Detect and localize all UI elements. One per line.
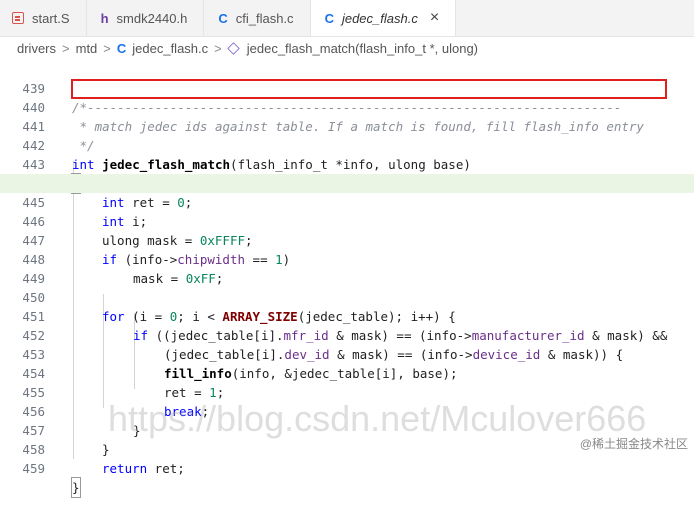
assembly-file-icon (12, 12, 24, 24)
chevron-right-icon: > (103, 40, 111, 56)
tab-label: smdk2440.h (116, 10, 188, 26)
current-line[interactable]: 445 int i; (0, 174, 694, 229)
tab-jedec-flash-c[interactable]: C jedec_flash.c × (310, 0, 457, 36)
breadcrumb-item[interactable]: jedec_flash_match(flash_info_t *, ulong) (247, 41, 478, 56)
breadcrumb-item[interactable]: mtd (76, 41, 98, 56)
code-line[interactable]: 444 int ret = 0; (0, 155, 694, 210)
code-line[interactable]: 448 mask = 0xFF; (0, 231, 694, 286)
tab-label: jedec_flash.c (341, 10, 418, 26)
close-icon[interactable]: × (430, 9, 439, 27)
code-line[interactable]: 446 ulong mask = 0xFFFF; (0, 193, 694, 248)
code-line[interactable]: 454 ret = 1; (0, 345, 694, 400)
breadcrumb-item[interactable]: drivers (17, 41, 56, 56)
breadcrumb-item[interactable]: jedec_flash.c (132, 41, 208, 56)
brand-watermark: @稀土掘金技术社区 (579, 437, 688, 451)
code-part: ret; (147, 461, 185, 476)
code-line[interactable]: 439 /*----------------------------------… (0, 60, 694, 115)
c-file-icon: C (116, 40, 127, 56)
tab-label: cfi_flash.c (235, 10, 294, 26)
keyword: return (102, 461, 148, 476)
tab-start-s[interactable]: start.S (0, 0, 87, 36)
code-line[interactable]: 451 if ((jedec_table[i].mfr_id & mask) =… (0, 288, 694, 343)
tab-cfi-flash-c[interactable]: C cfi_flash.c (204, 0, 311, 36)
code-line[interactable]: 449 (0, 250, 694, 286)
chevron-right-icon: > (62, 40, 70, 56)
code-text: return ret; (102, 459, 185, 478)
code-line[interactable]: 456 } (0, 383, 694, 438)
code-line[interactable]: 455 break; (0, 364, 694, 419)
tab-smdk2440-h[interactable]: h smdk2440.h (87, 0, 205, 36)
c-file-icon: C (324, 10, 334, 26)
breadcrumb: drivers > mtd > C jedec_flash.c > jedec_… (0, 37, 694, 59)
code-editor[interactable]: 439 /*----------------------------------… (0, 60, 694, 498)
code-line[interactable]: 453 fill_info(info, &jedec_table[i], bas… (0, 326, 694, 381)
code-line[interactable]: 450 for (i = 0; i < ARRAY_SIZE(jedec_tab… (0, 269, 694, 324)
code-line[interactable]: 441 */ (0, 98, 694, 153)
code-line[interactable]: 447 if (info->chipwidth == 1) (0, 212, 694, 267)
tab-label: start.S (32, 10, 70, 26)
annotation-highlight-box (71, 79, 667, 99)
code-line[interactable]: 443 { (0, 136, 694, 194)
code-line[interactable]: 457 } (0, 402, 694, 457)
function-symbol-icon (227, 41, 240, 55)
header-file-icon: h (100, 10, 109, 26)
code-line[interactable]: 452 (jedec_table[i].dev_id & mask) == (i… (0, 307, 694, 362)
c-file-icon: C (218, 10, 228, 26)
chevron-right-icon: > (214, 40, 222, 56)
editor-tab-bar: start.S h smdk2440.h C cfi_flash.c C jed… (0, 0, 694, 37)
code-line[interactable]: 442 int jedec_flash_match(flash_info_t *… (0, 117, 694, 172)
line-number: 459 (22, 461, 45, 476)
code-text: } (71, 477, 81, 498)
